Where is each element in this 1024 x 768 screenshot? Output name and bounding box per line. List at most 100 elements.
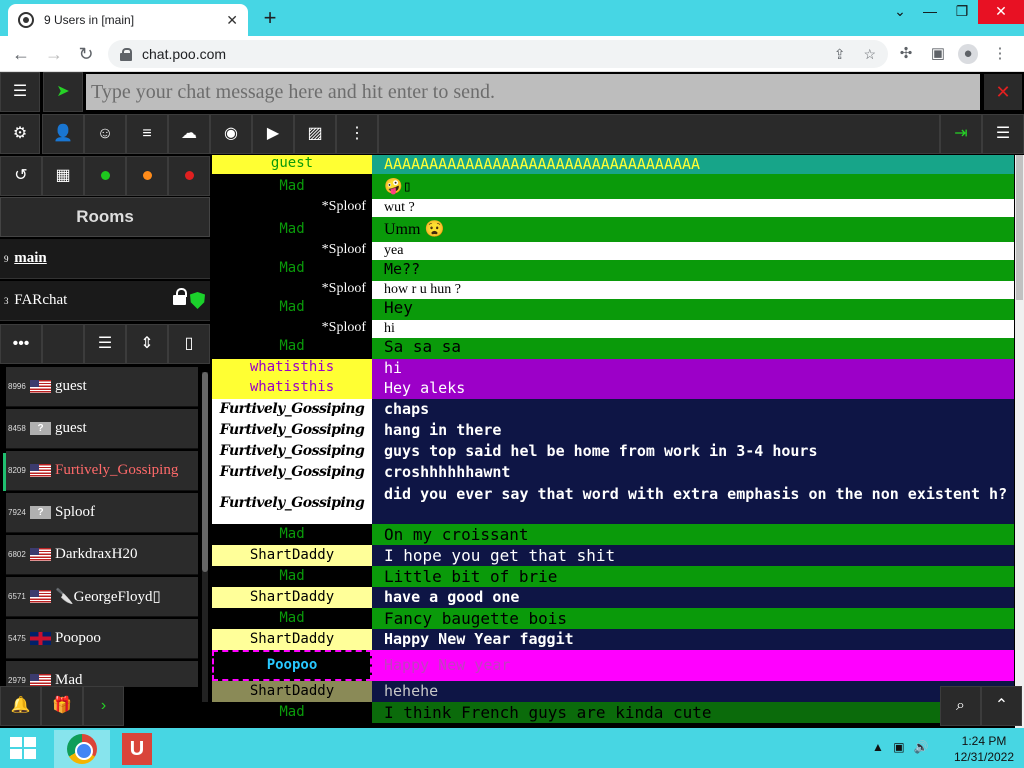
message-nick[interactable]: Furtively_Gossiping bbox=[212, 420, 372, 441]
bell-icon[interactable]: 🔔 bbox=[0, 686, 41, 726]
message-nick[interactable]: Mad bbox=[212, 338, 372, 359]
url-text[interactable]: chat.poo.com bbox=[142, 46, 816, 62]
status-online-button[interactable] bbox=[84, 156, 126, 196]
user-item[interactable]: 2979 Mad bbox=[6, 661, 198, 687]
message-nick[interactable]: ShartDaddy bbox=[212, 587, 372, 608]
search-icon[interactable]: ⌕ bbox=[940, 686, 981, 726]
back-arrow-icon[interactable]: ← bbox=[9, 42, 33, 66]
reload-icon[interactable]: ↻ bbox=[74, 42, 98, 66]
message-nick[interactable]: *Sploof bbox=[212, 320, 372, 338]
message-nick[interactable]: Mad bbox=[212, 566, 372, 587]
more-horizontal-icon[interactable]: ••• bbox=[0, 324, 42, 364]
side-panel-icon[interactable]: ▣ bbox=[928, 44, 948, 64]
youtube-play-icon[interactable]: ▶ bbox=[252, 114, 294, 154]
message-nick[interactable]: Mad bbox=[212, 608, 372, 629]
room-item-farchat[interactable]: 3 FARchat bbox=[0, 281, 210, 321]
room-item-main[interactable]: 9 main bbox=[0, 239, 210, 279]
taskbar-chrome-app[interactable] bbox=[54, 730, 110, 768]
message-nick[interactable]: Mad bbox=[212, 174, 372, 199]
chat-scrollbar[interactable] bbox=[1015, 155, 1024, 728]
message-nick[interactable]: whatisthis bbox=[212, 379, 372, 399]
user-item[interactable]: 8209 Furtively_Gossiping bbox=[6, 451, 198, 491]
user-item[interactable]: 6802 DarkdraxH20 bbox=[6, 535, 198, 575]
taskbar-app[interactable]: U bbox=[116, 731, 158, 767]
windows-start-icon[interactable] bbox=[10, 737, 38, 761]
more-vertical-icon[interactable]: ⋮ bbox=[336, 114, 378, 154]
message-nick[interactable]: *Sploof bbox=[212, 242, 372, 260]
uk-flag-icon bbox=[30, 632, 51, 645]
robot-icon[interactable]: ▦ bbox=[42, 156, 84, 196]
user-item[interactable]: 7924 ? Sploof bbox=[6, 493, 198, 533]
network-icon[interactable]: ▣ bbox=[893, 740, 904, 754]
new-tab-button[interactable]: + bbox=[256, 5, 284, 31]
gift-icon[interactable]: 🎁 bbox=[41, 686, 83, 726]
message-nick[interactable]: Furtively_Gossiping bbox=[212, 462, 372, 483]
browser-menu-icon[interactable]: ⋮ bbox=[990, 44, 1010, 64]
message-nick[interactable]: Mad bbox=[212, 299, 372, 320]
message-text: Little bit of brie bbox=[384, 567, 558, 586]
scrollbar-thumb[interactable] bbox=[1016, 155, 1023, 300]
taskbar-clock[interactable]: 1:24 PM 12/31/2022 bbox=[948, 733, 1020, 765]
user-item[interactable]: 6571 🔪GeorgeFloyd▯ bbox=[6, 577, 198, 617]
message-nick[interactable]: Furtively_Gossiping bbox=[212, 441, 372, 462]
user-profile-icon[interactable]: 👤 bbox=[42, 114, 84, 154]
message-nick[interactable]: ShartDaddy bbox=[212, 545, 372, 566]
message-input[interactable] bbox=[86, 74, 980, 110]
message-nick[interactable]: Furtively_Gossiping bbox=[212, 399, 372, 420]
message-nick[interactable]: ShartDaddy bbox=[212, 681, 372, 702]
hamburger-menu-icon[interactable]: ☰ bbox=[982, 114, 1024, 154]
emoji-smiley-icon[interactable]: ☺ bbox=[84, 114, 126, 154]
message-nick[interactable]: Mad bbox=[212, 524, 372, 545]
forward-arrow-icon[interactable]: → bbox=[42, 42, 66, 66]
share-icon[interactable]: ⇪ bbox=[834, 46, 846, 63]
list-icon[interactable]: ☰ bbox=[0, 72, 40, 112]
message-nick[interactable]: ShartDaddy bbox=[212, 629, 372, 650]
sliders-icon[interactable]: ≡ bbox=[126, 114, 168, 154]
bookmark-star-icon[interactable]: ☆ bbox=[863, 46, 876, 63]
tab-search-chevron-icon[interactable]: ⌄ bbox=[884, 0, 916, 24]
user-item[interactable]: 5475 Poopoo bbox=[6, 619, 198, 659]
chat-message: Mad Umm 😧 bbox=[212, 217, 1014, 242]
sort-icon[interactable]: ⇕ bbox=[126, 324, 168, 364]
cloud-upload-icon[interactable]: ☁ bbox=[168, 114, 210, 154]
window-restore-button[interactable]: ❐ bbox=[946, 0, 978, 24]
profile-avatar-icon[interactable]: ● bbox=[958, 44, 978, 64]
message-nick[interactable]: *Sploof bbox=[212, 281, 372, 299]
user-item[interactable]: 8996 guest bbox=[6, 367, 198, 407]
userlist-scrollbar[interactable] bbox=[202, 372, 208, 702]
omnibox[interactable]: chat.poo.com ⇪ ☆ bbox=[108, 40, 888, 68]
window-minimize-button[interactable]: — bbox=[914, 0, 946, 24]
status-away-button[interactable] bbox=[126, 156, 168, 196]
tab-close-icon[interactable]: ✕ bbox=[226, 12, 238, 29]
userlist-blank-button[interactable] bbox=[42, 324, 84, 364]
chevron-up-icon[interactable]: ⌃ bbox=[981, 686, 1022, 726]
window-close-button[interactable]: ✕ bbox=[978, 0, 1024, 24]
settings-gears-icon[interactable]: ⚙ bbox=[0, 114, 40, 154]
message-nick[interactable]: Furtively_Gossiping bbox=[212, 483, 372, 524]
list-view-icon[interactable]: ☰ bbox=[84, 324, 126, 364]
history-icon[interactable]: ↺ bbox=[0, 156, 42, 196]
chevron-right-icon[interactable]: › bbox=[83, 686, 124, 726]
message-nick[interactable]: Poopoo bbox=[212, 650, 372, 681]
image-icon[interactable]: ▨ bbox=[294, 114, 336, 154]
tray-chevron-up-icon[interactable]: ▲ bbox=[872, 740, 884, 754]
sign-in-icon[interactable]: ⇥ bbox=[940, 114, 982, 154]
extensions-puzzle-icon[interactable]: ✣ bbox=[896, 44, 916, 64]
volume-icon[interactable]: 🔊 bbox=[914, 740, 929, 754]
close-x-icon[interactable]: ✕ bbox=[984, 74, 1022, 110]
status-busy-button[interactable] bbox=[168, 156, 210, 196]
browser-tab[interactable]: 9 Users in [main] ✕ bbox=[8, 4, 248, 36]
message-nick[interactable]: guest bbox=[212, 155, 372, 174]
user-item[interactable]: 8458 ? guest bbox=[6, 409, 198, 449]
scrollbar-thumb[interactable] bbox=[202, 372, 208, 572]
message-nick[interactable]: *Sploof bbox=[212, 199, 372, 217]
message-nick[interactable]: whatisthis bbox=[212, 359, 372, 379]
message-nick[interactable]: Mad bbox=[212, 260, 372, 281]
system-tray[interactable]: ▲ ▣ 🔊 bbox=[872, 740, 929, 754]
exit-door-icon[interactable]: ▯ bbox=[168, 324, 210, 364]
lock-icon[interactable] bbox=[120, 48, 132, 61]
message-nick[interactable]: Mad bbox=[212, 217, 372, 242]
send-paper-plane-icon[interactable]: ➤ bbox=[43, 72, 83, 112]
message-nick[interactable]: Mad bbox=[212, 702, 372, 723]
camera-icon[interactable]: ◉ bbox=[210, 114, 252, 154]
